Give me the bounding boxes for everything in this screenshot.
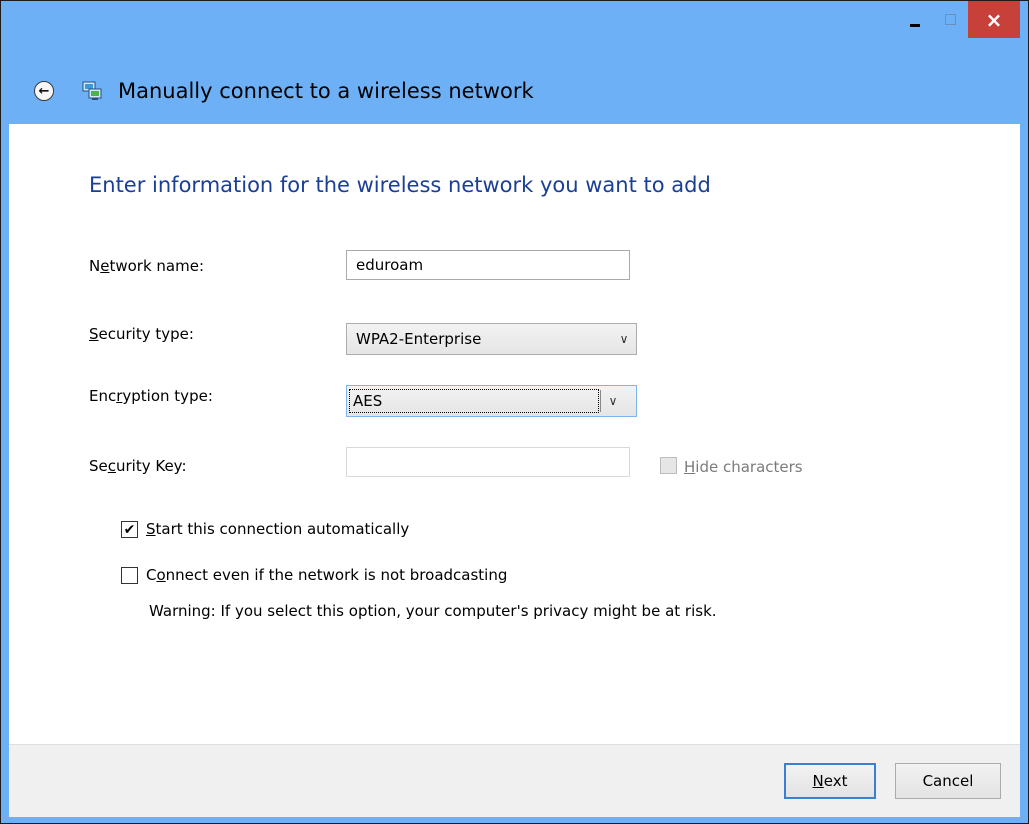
connect-hidden-checkbox[interactable] xyxy=(121,567,138,584)
security-type-label: Security type: xyxy=(89,325,194,343)
chevron-down-icon: ∨ xyxy=(619,332,629,346)
security-key-field[interactable] xyxy=(346,447,630,477)
page-heading: Enter information for the wireless netwo… xyxy=(89,173,711,197)
next-button[interactable]: Next xyxy=(784,763,876,799)
network-name-label: Network name: xyxy=(89,257,205,275)
close-icon: × xyxy=(985,7,1003,32)
encryption-type-select[interactable]: AES ∨ xyxy=(346,385,637,417)
encryption-type-label: Encryption type: xyxy=(89,387,213,405)
footer-bar: Next Cancel xyxy=(9,744,1020,817)
start-automatically-checkbox[interactable]: ✔ xyxy=(121,521,138,538)
checkmark-icon: ✔ xyxy=(123,521,136,538)
connect-hidden-label: Connect even if the network is not broad… xyxy=(146,566,508,584)
cancel-button[interactable]: Cancel xyxy=(895,763,1001,799)
back-button[interactable]: ← xyxy=(34,81,54,101)
encryption-type-value: AES xyxy=(349,389,599,413)
security-type-select[interactable]: WPA2-Enterprise ∨ xyxy=(346,323,637,355)
content-panel: Enter information for the wireless netwo… xyxy=(9,124,1020,744)
window: × ← Manually connect to a wireless netwo… xyxy=(0,0,1029,824)
network-icon xyxy=(82,81,102,100)
start-automatically-label: Start this connection automatically xyxy=(146,520,410,538)
network-name-field[interactable]: eduroam xyxy=(346,250,630,280)
back-arrow-icon: ← xyxy=(38,83,50,99)
hide-characters-label: Hide characters xyxy=(684,458,803,476)
maximize-button[interactable] xyxy=(933,1,967,37)
network-name-value: eduroam xyxy=(356,256,424,274)
minimize-icon xyxy=(910,23,920,27)
window-title: Manually connect to a wireless network xyxy=(118,79,534,103)
close-button[interactable]: × xyxy=(968,1,1020,38)
privacy-warning: Warning: If you select this option, your… xyxy=(149,602,717,620)
security-key-label: Security Key: xyxy=(89,457,187,475)
chevron-down-icon: ∨ xyxy=(608,394,618,408)
security-type-value: WPA2-Enterprise xyxy=(356,330,482,348)
maximize-icon xyxy=(944,13,956,25)
hide-characters-checkbox[interactable] xyxy=(660,457,677,474)
minimize-button[interactable] xyxy=(898,1,932,37)
